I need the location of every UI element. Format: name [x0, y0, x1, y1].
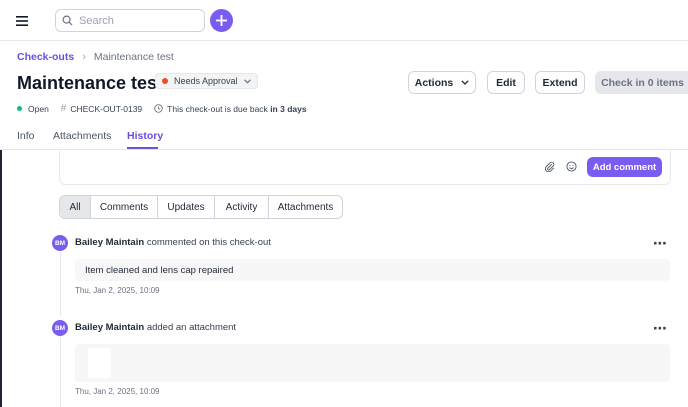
menu-button[interactable]: [10, 10, 34, 32]
history-timestamp: Thu, Jan 2, 2025, 10:09: [75, 286, 160, 295]
filter-all[interactable]: All: [60, 196, 91, 218]
filter-comments[interactable]: Comments: [91, 196, 158, 218]
tab-bar: Info Attachments History: [0, 130, 688, 150]
filter-attachments[interactable]: Attachments: [269, 196, 342, 218]
hash-icon: #: [60, 103, 67, 114]
history-action: added an attachment: [146, 322, 237, 333]
more-options-icon[interactable]: ⋯: [653, 235, 667, 252]
tab-info[interactable]: Info: [17, 130, 35, 142]
comment-text: Item cleaned and lens cap repaired: [85, 265, 234, 276]
status-label: Needs Approval: [174, 76, 238, 86]
checkout-code: CHECK-OUT-0139: [70, 103, 143, 114]
chevron-right-icon: ›: [82, 51, 86, 63]
attachment-body-box: [75, 344, 670, 382]
history-entry-header: Bailey Maintain commented on this check-…: [75, 237, 271, 248]
page-title: Maintenance test: [17, 73, 164, 93]
history-action: commented on this check-out: [146, 237, 271, 248]
plus-icon: [216, 15, 227, 26]
search-input[interactable]: [79, 14, 194, 27]
meta-row: Open # CHECK-OUT-0139 This check-out is …: [17, 103, 307, 114]
left-rail: [0, 150, 2, 407]
search-icon: [62, 15, 73, 26]
avatar: BM: [52, 235, 68, 251]
breadcrumb: Check-outs › Maintenance test: [17, 51, 174, 63]
extend-button[interactable]: Extend: [535, 71, 585, 94]
tab-history[interactable]: History: [127, 130, 163, 142]
avatar: BM: [52, 320, 68, 336]
timeline-line: [60, 337, 61, 407]
filter-activity[interactable]: Activity: [215, 196, 269, 218]
chevron-down-icon: [243, 78, 251, 84]
attachment-thumbnail[interactable]: [88, 348, 111, 378]
history-filter-group: All Comments Updates Activity Attachment…: [59, 195, 343, 219]
check-in-button[interactable]: Check in 0 items: [595, 71, 688, 94]
actions-label: Actions: [414, 76, 454, 89]
breadcrumb-checkouts-link[interactable]: Check-outs: [17, 51, 74, 63]
history-timestamp: Thu, Jan 2, 2025, 10:09: [75, 387, 160, 396]
add-comment-button[interactable]: Add comment: [587, 157, 662, 177]
due-text: This check-out is due back: [167, 103, 268, 114]
edit-button[interactable]: Edit: [487, 71, 525, 94]
comment-input-area[interactable]: [59, 150, 671, 185]
due-value: in 3 days: [270, 103, 307, 114]
hamburger-icon: [16, 16, 28, 26]
history-entry-header: Bailey Maintain added an attachment: [75, 322, 236, 333]
clock-icon: [154, 104, 163, 113]
chevron-down-icon: [461, 80, 469, 85]
state-label: Open: [28, 103, 49, 114]
emoji-icon[interactable]: [566, 161, 577, 175]
filter-updates[interactable]: Updates: [158, 196, 215, 218]
more-options-icon[interactable]: ⋯: [653, 320, 667, 337]
status-badge[interactable]: Needs Approval: [155, 73, 258, 89]
history-user[interactable]: Bailey Maintain: [75, 322, 144, 333]
create-button[interactable]: [210, 9, 233, 32]
open-status-dot-icon: [17, 106, 22, 111]
history-user[interactable]: Bailey Maintain: [75, 237, 144, 248]
breadcrumb-current: Maintenance test: [93, 51, 174, 63]
paperclip-icon[interactable]: [544, 161, 555, 175]
active-tab-indicator: [127, 147, 158, 149]
tab-attachments[interactable]: Attachments: [53, 130, 111, 142]
search-box[interactable]: [55, 9, 205, 32]
status-dot-icon: [162, 78, 168, 84]
timeline-line: [60, 252, 61, 316]
actions-button[interactable]: Actions: [408, 71, 476, 94]
